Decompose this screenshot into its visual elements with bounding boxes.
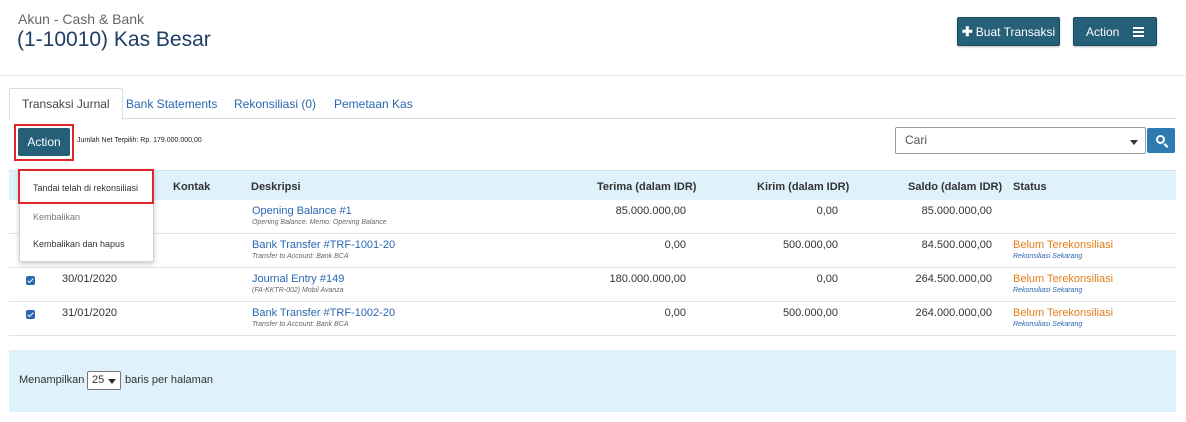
row-saldo: 84.500.000,00 bbox=[921, 239, 992, 251]
row-memo: Transfer to Account: Bank BCA bbox=[252, 253, 349, 260]
footer-label: Menampilkan bbox=[19, 374, 85, 386]
status-badge: Belum Terekonsiliasi bbox=[1013, 239, 1114, 251]
tab-rekonsiliasi[interactable]: Rekonsiliasi (0) bbox=[234, 88, 316, 119]
table-footer: Menampilkan 25 baris per halaman bbox=[9, 350, 1176, 412]
menu-highlight-box bbox=[18, 169, 154, 204]
col-kirim: Kirim (dalam IDR) bbox=[757, 181, 850, 193]
table-header: Kontak Deskripsi Terima (dalam IDR) Kiri… bbox=[9, 170, 1176, 200]
col-status: Status bbox=[1013, 181, 1047, 193]
row-date: 30/01/2020 bbox=[62, 273, 118, 285]
table-row[interactable]: 31/01/2020 Bank Transfer #TRF-1002-20 Tr… bbox=[9, 302, 1176, 336]
page-header: Akun - Cash & Bank (1-10010) Kas Besar ✚… bbox=[0, 0, 1186, 76]
search-placeholder: Cari bbox=[905, 133, 928, 147]
search-button[interactable] bbox=[1147, 128, 1175, 153]
tab-transaksi-jurnal[interactable]: Transaksi Jurnal bbox=[9, 88, 123, 120]
menu-item-revert[interactable]: Kembalikan bbox=[20, 212, 153, 222]
col-terima: Terima (dalam IDR) bbox=[597, 181, 697, 193]
reconcile-now-link[interactable]: Rekonsiliasi Sekarang bbox=[1013, 287, 1082, 294]
row-terima: 0,00 bbox=[664, 239, 686, 251]
create-transaction-button[interactable]: ✚ Buat Transaksi bbox=[957, 17, 1060, 46]
row-memo: Opening Balance. Memo: Opening Balance bbox=[252, 219, 387, 226]
row-date: 31/01/2020 bbox=[62, 307, 118, 319]
row-saldo: 264.000.000,00 bbox=[915, 307, 992, 319]
row-kirim: 500.000,00 bbox=[782, 307, 838, 319]
create-transaction-label: Buat Transaksi bbox=[975, 24, 1056, 39]
menu-item-revert-delete[interactable]: Kembalikan dan hapus bbox=[20, 239, 153, 249]
col-saldo: Saldo (dalam IDR) bbox=[908, 181, 1003, 193]
search-icon bbox=[1155, 135, 1165, 144]
reconcile-now-link[interactable]: Rekonsiliasi Sekarang bbox=[1013, 253, 1082, 260]
status-badge: Belum Terekonsiliasi bbox=[1013, 273, 1114, 285]
search-input[interactable]: Cari bbox=[895, 127, 1146, 154]
table-row[interactable]: Opening Balance #1 Opening Balance. Memo… bbox=[9, 200, 1176, 234]
per-page-value: 25 bbox=[92, 374, 105, 386]
row-terima: 0,00 bbox=[664, 307, 686, 319]
row-saldo: 264.500.000,00 bbox=[915, 273, 992, 285]
row-checkbox[interactable] bbox=[26, 310, 35, 319]
bulk-action-button[interactable]: Action bbox=[18, 128, 70, 156]
footer-suffix: baris per halaman bbox=[125, 374, 214, 386]
header-action-label: Action bbox=[1086, 24, 1120, 39]
account-category: Akun - Cash & Bank bbox=[18, 11, 145, 27]
per-page-select[interactable]: 25 bbox=[87, 371, 121, 390]
row-description-link[interactable]: Bank Transfer #TRF-1001-20 bbox=[252, 239, 395, 251]
row-kirim: 0,00 bbox=[816, 273, 838, 285]
reconcile-now-link[interactable]: Rekonsiliasi Sekarang bbox=[1013, 321, 1082, 328]
chevron-down-icon bbox=[1130, 140, 1138, 145]
table-row[interactable]: Bank Transfer #TRF-1001-20 Transfer to A… bbox=[9, 234, 1176, 268]
row-description-link[interactable]: Bank Transfer #TRF-1002-20 bbox=[252, 307, 395, 319]
row-kirim: 0,00 bbox=[816, 205, 838, 217]
chevron-down-icon bbox=[108, 379, 116, 384]
status-badge: Belum Terekonsiliasi bbox=[1013, 307, 1114, 319]
row-checkbox[interactable] bbox=[26, 276, 35, 285]
header-action-button[interactable]: Action bbox=[1073, 17, 1157, 46]
tab-bank-statements[interactable]: Bank Statements bbox=[126, 88, 217, 119]
table-row[interactable]: 30/01/2020 Journal Entry #149 (FA-KKTR-0… bbox=[9, 268, 1176, 302]
net-selected-total: Jumlah Net Terpilih: Rp. 179.000.000,00 bbox=[77, 137, 202, 144]
tab-bar: Transaksi Jurnal Bank Statements Rekonsi… bbox=[9, 88, 1176, 120]
row-description-link[interactable]: Opening Balance #1 bbox=[252, 205, 352, 217]
page-title: (1-10010) Kas Besar bbox=[17, 28, 211, 51]
row-memo: Transfer to Account: Bank BCA bbox=[252, 321, 349, 328]
plus-icon: ✚ bbox=[961, 23, 973, 39]
menu-icon bbox=[1133, 25, 1144, 39]
row-terima: 85.000.000,00 bbox=[615, 205, 686, 217]
row-saldo: 85.000.000,00 bbox=[921, 205, 992, 217]
tab-pemetaan-kas[interactable]: Pemetaan Kas bbox=[334, 88, 413, 119]
row-description-link[interactable]: Journal Entry #149 bbox=[252, 273, 344, 285]
col-deskripsi: Deskripsi bbox=[251, 181, 301, 193]
row-kirim: 500.000,00 bbox=[782, 239, 838, 251]
row-terima: 180.000.000,00 bbox=[609, 273, 686, 285]
row-memo: (FA-KKTR-002) Mobil Avanza bbox=[252, 287, 344, 294]
col-kontak: Kontak bbox=[173, 181, 211, 193]
